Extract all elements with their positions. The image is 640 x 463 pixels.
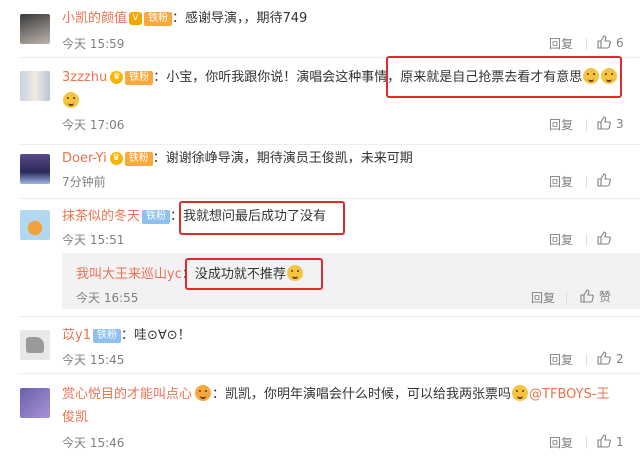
avatar[interactable] [20,388,50,418]
avatar[interactable] [20,210,50,240]
highlight-box [386,56,622,98]
comment-item: Doer-Yi ♛ 铁粉 ：谢谢徐峥导演，期待演员王俊凯，未来可期 7分钟前 回复 [0,145,640,198]
comment-username[interactable]: 3zzzhu [62,70,107,85]
thumbs-up-icon [597,116,611,130]
like-count: 1 [616,435,624,449]
like-count: 3 [616,117,624,131]
reply-button[interactable]: 回复 [549,36,573,52]
fan-badge: 铁粉 [92,328,121,343]
highlight-box [179,201,345,235]
dog-emoji-icon [512,385,529,401]
comment-username[interactable]: Doer-Yi [62,151,107,166]
comment-time: 今天 17:06 [62,118,125,132]
reply-button[interactable]: 回复 [549,435,573,451]
highlight-box [185,258,323,290]
avatar[interactable] [20,14,50,44]
heart-eyes-emoji-icon [195,385,212,401]
comment-time: 今天 15:45 [62,353,125,367]
sub-reply-username[interactable]: 我叫大王来巡山yc [76,267,182,282]
comment-username[interactable]: 赏心悦目的才能叫点心 [62,387,192,402]
sub-reply-button[interactable]: 回复 [531,290,555,306]
like-count: 6 [616,36,624,50]
comment-time: 今天 15:46 [62,436,125,450]
sub-like-button[interactable]: 赞 [580,289,611,305]
like-button[interactable] [597,231,616,247]
member-crown-icon: ♛ [109,152,123,165]
sub-reply-time: 今天 16:55 [76,291,139,305]
mention-link-continued[interactable]: 俊凯 [62,410,88,425]
thumbs-up-icon [597,35,611,49]
like-label: 赞 [599,290,612,304]
dog-emoji-icon [63,92,79,108]
like-button[interactable]: 6 [597,35,624,51]
comment-time: 7分钟前 [62,175,106,189]
reply-button[interactable]: 回复 [549,232,573,248]
comment-item: 小凯的颜值 V 铁粉 ：感谢导演，，期待749 今天 15:59 回复 6 [0,0,640,57]
reply-button[interactable]: 回复 [549,174,573,190]
reply-button[interactable]: 回复 [549,117,573,133]
fan-badge: 铁粉 [125,70,154,85]
comment-text: ：小宝，你听我跟你说！演唱会这种事情， [153,70,401,85]
like-button[interactable]: 3 [597,116,624,132]
comment-username[interactable]: 小凯的颜值 [62,11,127,26]
comment-item: 苡y1 铁粉 ：哇⊙∀⊙！ 今天 15:45 回复 2 [0,317,640,373]
member-crown-icon: ♛ [110,71,124,84]
comment-username[interactable]: 抹茶似的冬天 [62,209,140,224]
avatar[interactable] [20,330,50,360]
thumbs-up-icon [597,434,611,448]
thumbs-up-icon [580,289,594,303]
reply-button[interactable]: 回复 [549,352,573,368]
comment-text: ：哇⊙∀⊙！ [120,328,191,343]
like-button[interactable]: 1 [597,434,624,450]
comment-item: 赏心悦目的才能叫点心 ：凯凯，你明年演唱会什么时候，可以给我两张票吗 @TFBOYS… [0,374,640,463]
comment-time: 今天 15:51 [62,233,125,247]
verified-v-icon: V [129,12,143,25]
comment-text: ：谢谢徐峥导演，期待演员王俊凯，未来可期 [152,151,413,166]
comment-text: ：感谢导演，，期待749 [172,11,308,26]
thumbs-up-icon [597,173,611,187]
thumbs-up-icon [597,231,611,245]
like-button[interactable] [597,173,616,189]
avatar[interactable] [20,71,50,101]
fan-badge: 铁粉 [124,151,153,166]
comment-text: ：凯凯，你明年演唱会什么时候，可以给我两张票吗 [212,387,512,402]
avatar[interactable] [20,154,50,184]
like-count: 2 [616,352,624,366]
like-button[interactable]: 2 [597,351,624,367]
mention-link[interactable]: @TFBOYS-王 [529,387,610,402]
fan-badge: 铁粉 [142,209,171,224]
thumbs-up-icon [597,351,611,365]
comment-username[interactable]: 苡y1 [62,328,91,343]
fan-badge: 铁粉 [144,11,173,26]
comment-time: 今天 15:59 [62,37,125,51]
